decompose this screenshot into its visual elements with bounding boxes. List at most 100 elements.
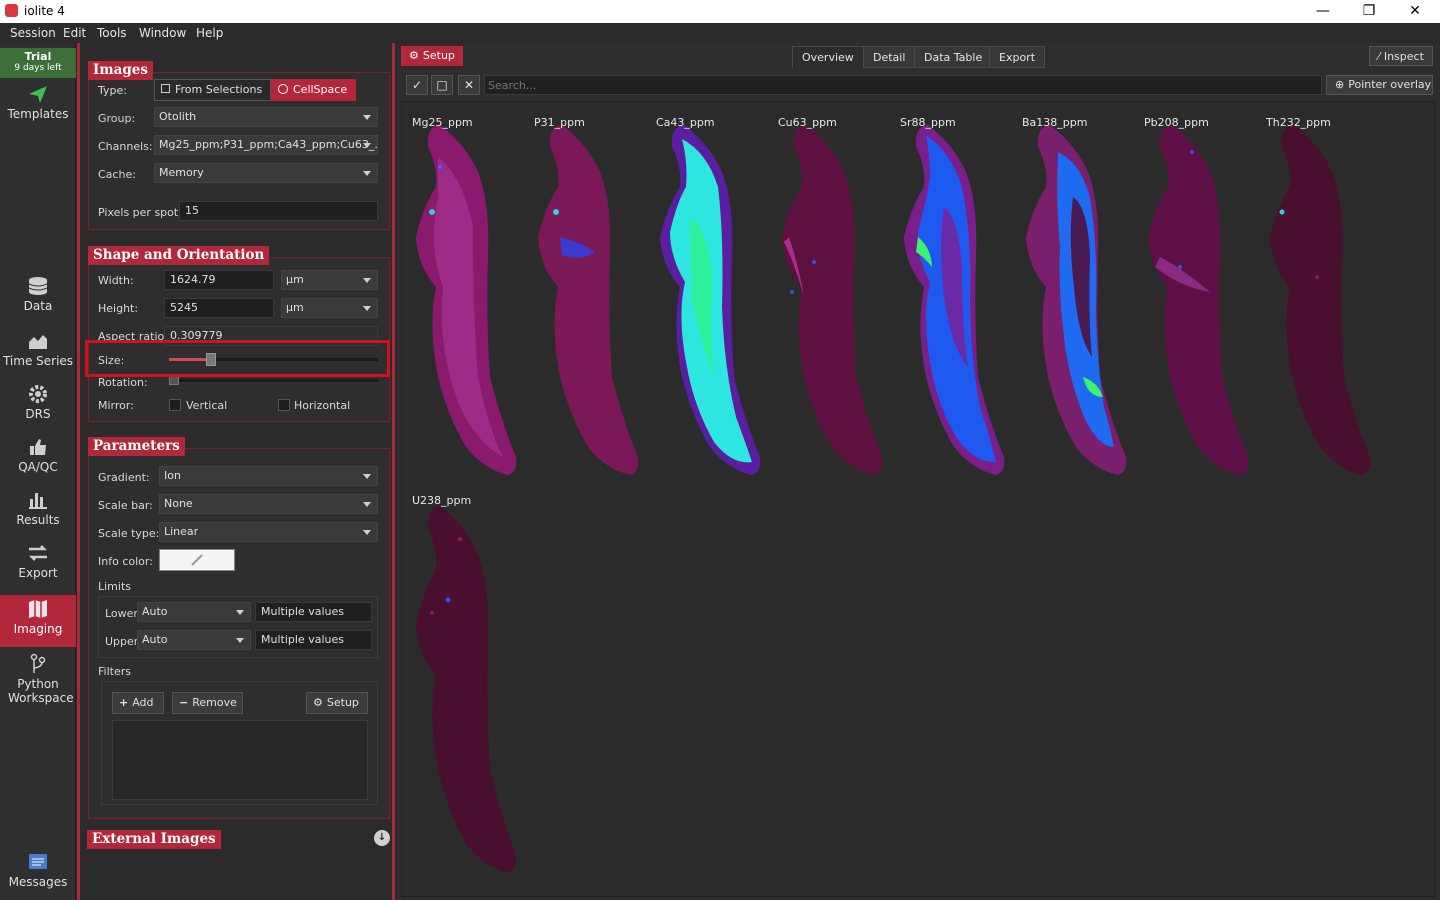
size-highlight-box xyxy=(85,340,390,377)
scale-bar-label: Scale bar: xyxy=(98,499,153,512)
nav-results[interactable]: Results xyxy=(0,489,76,527)
search-input[interactable] xyxy=(484,75,1322,95)
mirror-vertical-label: Vertical xyxy=(186,399,228,412)
setup-button[interactable]: ⚙ Setup xyxy=(401,46,463,66)
cache-value: Memory xyxy=(159,166,204,179)
thumbs-up-icon xyxy=(30,439,46,455)
lower-limit-input[interactable]: Multiple values xyxy=(255,602,372,622)
select-all-check-icon[interactable]: ✓ xyxy=(406,75,428,95)
cellspace-label: CellSpace xyxy=(293,83,348,96)
clear-x-icon[interactable]: ✕ xyxy=(458,75,480,95)
map-icon xyxy=(29,600,47,618)
nav-messages[interactable]: Messages xyxy=(0,851,76,889)
external-images-section[interactable]: External Images ↓ xyxy=(87,829,390,851)
cu63-image xyxy=(782,125,883,475)
trial-label: Trial xyxy=(24,50,52,63)
add-filter-button[interactable]: + Add xyxy=(112,692,164,714)
chevron-down-icon xyxy=(363,171,371,176)
menu-tools[interactable]: Tools xyxy=(97,26,127,40)
rotation-slider-track[interactable] xyxy=(169,375,378,385)
filters-list[interactable] xyxy=(112,720,368,800)
remove-filter-label: Remove xyxy=(192,696,237,709)
scale-type-select[interactable]: Linear xyxy=(159,522,378,542)
sr88-image xyxy=(904,125,1005,475)
remove-filter-button[interactable]: − Remove xyxy=(172,692,243,714)
menu-help[interactable]: Help xyxy=(196,26,223,40)
nav-python-workspace[interactable]: Python Workspace xyxy=(0,653,76,705)
cache-select[interactable]: Memory xyxy=(154,163,378,183)
branch-icon xyxy=(30,653,46,673)
filter-setup-button[interactable]: ⚙ Setup xyxy=(306,692,368,714)
tab-detail[interactable]: Detail xyxy=(863,46,916,68)
tab-export[interactable]: Export xyxy=(989,46,1046,68)
nav-templates[interactable]: Templates xyxy=(0,83,76,121)
plus-icon: + xyxy=(119,696,129,709)
height-input[interactable]: 5245 xyxy=(164,298,274,318)
width-input[interactable]: 1624.79 xyxy=(164,270,274,290)
images-section: Images Type: From Selections CellSpace G… xyxy=(88,61,390,230)
pixels-per-spot-input[interactable]: 15 xyxy=(179,201,378,221)
nav-export-label: Export xyxy=(18,566,58,580)
width-unit-value: µm xyxy=(286,273,304,286)
upper-label: Upper xyxy=(105,635,139,648)
chevron-down-icon xyxy=(363,530,371,535)
shape-section-title: Shape and Orientation xyxy=(88,246,270,265)
upper-limit-select[interactable]: Auto xyxy=(137,630,251,650)
nav-time-series[interactable]: Time Series xyxy=(0,330,76,368)
close-button[interactable]: ✕ xyxy=(1392,0,1438,23)
menu-edit[interactable]: Edit xyxy=(63,26,86,40)
nav-imaging[interactable]: Imaging xyxy=(0,595,76,647)
tab-overview[interactable]: Overview xyxy=(792,46,864,68)
setup-label: Setup xyxy=(422,49,455,62)
external-images-title: External Images xyxy=(87,830,221,849)
messages-icon xyxy=(29,854,47,869)
rotation-label: Rotation: xyxy=(98,376,148,389)
menu-bar: Session Edit Tools Window Help xyxy=(0,23,1440,43)
gradient-select[interactable]: Ion xyxy=(159,466,378,486)
lower-limit-select[interactable]: Auto xyxy=(137,602,251,622)
trial-badge[interactable]: Trial 9 days left xyxy=(0,48,76,78)
add-filter-label: Add xyxy=(132,696,154,709)
from-selections-radio[interactable]: From Selections xyxy=(154,79,271,101)
th232-image xyxy=(1270,125,1371,475)
height-unit-select[interactable]: µm xyxy=(281,298,378,318)
mirror-vertical-checkbox[interactable] xyxy=(169,399,181,411)
nav-qaqc[interactable]: QA/QC xyxy=(0,436,76,474)
width-unit-select[interactable]: µm xyxy=(281,270,378,290)
inspect-label: Inspect xyxy=(1383,50,1424,63)
nav-data[interactable]: Data xyxy=(0,275,76,313)
pointer-overlay-label: Pointer overlay xyxy=(1348,78,1432,91)
ba138-image xyxy=(1026,125,1127,475)
lower-label: Lower xyxy=(105,607,138,620)
minimize-button[interactable]: — xyxy=(1300,0,1346,23)
type-label: Type: xyxy=(98,84,127,97)
menu-session[interactable]: Session xyxy=(10,26,56,40)
mirror-horizontal-checkbox[interactable] xyxy=(278,399,290,411)
group-select[interactable]: Otolith xyxy=(154,107,378,127)
info-color-swatch[interactable] xyxy=(159,549,235,571)
parameters-section: Parameters Gradient: Ion Scale bar: None… xyxy=(88,437,390,819)
scale-bar-select[interactable]: None xyxy=(159,494,378,514)
nav-export[interactable]: Export xyxy=(0,542,76,580)
gear-icon: ⚙ xyxy=(409,49,419,62)
scale-type-label: Scale type: xyxy=(98,527,160,540)
radio-empty-icon xyxy=(161,84,170,93)
upper-limit-input[interactable]: Multiple values xyxy=(255,630,372,650)
image-label-sr88: Sr88_ppm xyxy=(900,116,956,129)
tab-data-table[interactable]: Data Table xyxy=(914,46,993,68)
info-color-label: Info color: xyxy=(98,555,153,568)
menu-window[interactable]: Window xyxy=(139,26,186,40)
restore-button[interactable]: ❐ xyxy=(1346,0,1392,23)
channels-select[interactable]: Mg25_ppm;P31_ppm;Ca43_ppm;Cu63_... xyxy=(154,135,378,155)
inspect-button[interactable]: ⁄ Inspect xyxy=(1369,46,1433,66)
chevron-down-icon xyxy=(236,610,244,615)
nav-drs[interactable]: DRS xyxy=(0,383,76,421)
image-canvas[interactable]: Mg25_ppm P31_ppm Ca43_ppm Cu63_ppm Sr88_… xyxy=(401,101,1436,897)
pointer-overlay-button[interactable]: ⊕ Pointer overlay xyxy=(1326,75,1433,95)
nav-time-series-label: Time Series xyxy=(2,354,74,368)
width-label: Width: xyxy=(98,274,134,287)
limits-label: Limits xyxy=(98,580,131,593)
cellspace-radio[interactable]: CellSpace xyxy=(271,79,356,101)
select-none-square-icon[interactable]: □ xyxy=(431,75,453,95)
expand-arrow-icon[interactable]: ↓ xyxy=(374,830,390,846)
